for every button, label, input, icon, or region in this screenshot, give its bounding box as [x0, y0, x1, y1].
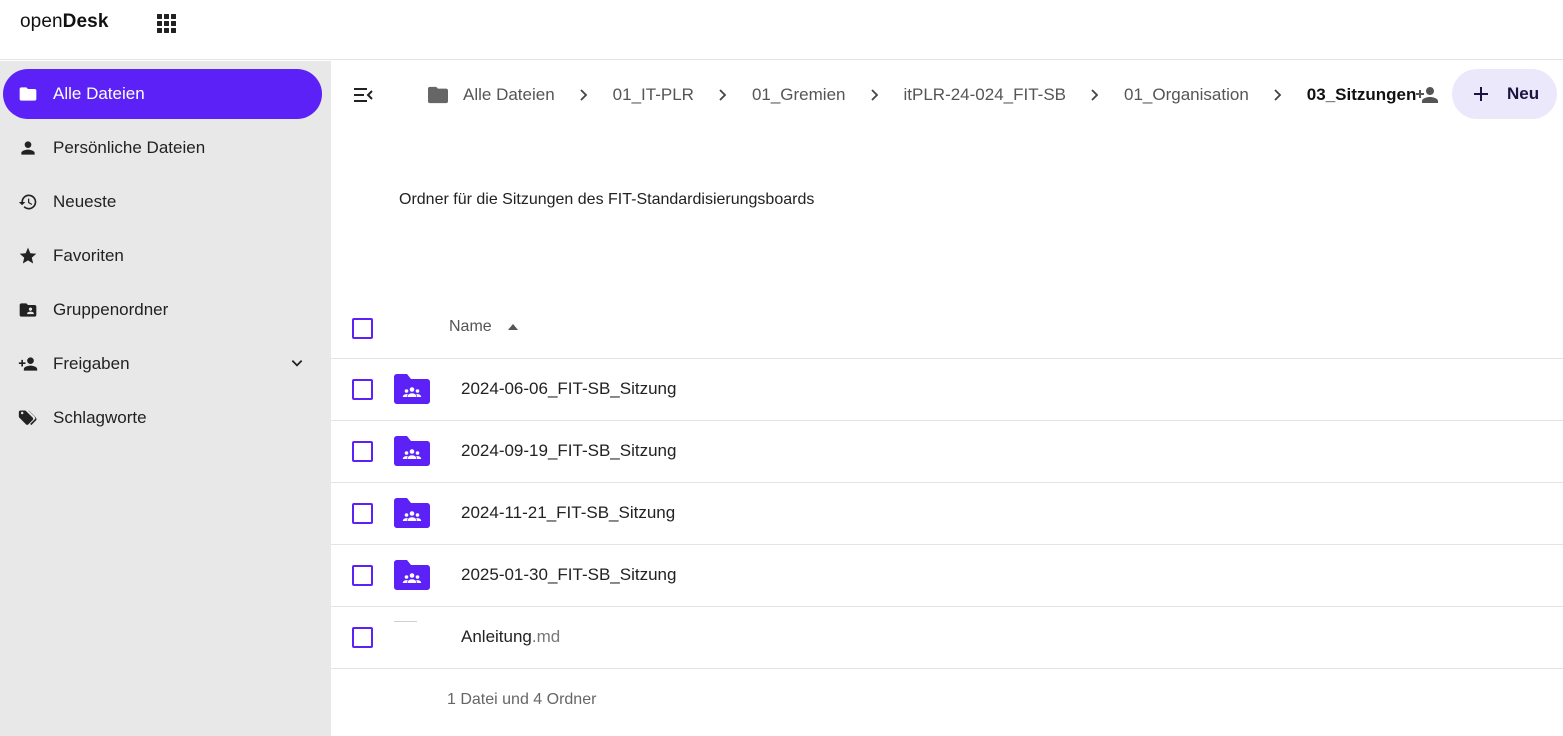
- tags-icon: [18, 410, 37, 426]
- sidebar-item-label: Gruppenordner: [53, 300, 169, 319]
- chevron-right-icon: [870, 89, 878, 101]
- sidebar-item-neueste[interactable]: Neueste: [3, 177, 322, 227]
- breadcrumb-label: 03_Sitzungen: [1306, 85, 1417, 104]
- top-header: openDesk: [0, 0, 1563, 60]
- row-checkbox[interactable]: [352, 627, 373, 648]
- folder-description: Ordner für die Sitzungen des FIT-Standar…: [399, 191, 815, 208]
- group-folder-icon: [394, 560, 430, 590]
- opendesk-logo[interactable]: openDesk: [20, 11, 109, 33]
- sidebar-item-persoenliche-dateien[interactable]: Persönliche Dateien: [3, 123, 322, 173]
- breadcrumb-label: 01_Gremien: [751, 85, 846, 104]
- sidebar-item-freigaben[interactable]: Freigaben: [3, 339, 322, 389]
- chevron-down-icon[interactable]: [290, 356, 304, 370]
- logo-bold-text: Desk: [62, 11, 109, 32]
- sidebar-item-favoriten[interactable]: Favoriten: [3, 231, 322, 281]
- chevron-right-icon: [1091, 89, 1099, 101]
- breadcrumb-label: Alle Dateien: [463, 85, 555, 104]
- name-column-label: Name: [449, 318, 492, 335]
- group-folder-icon: [394, 498, 430, 528]
- main-content: Alle Dateien 01_IT-PLR 01_Gremien itPLR-…: [331, 61, 1563, 736]
- file-name[interactable]: 2025-01-30_FIT-SB_Sitzung: [461, 565, 676, 585]
- table-row[interactable]: 2024-09-19_FIT-SB_Sitzung: [331, 421, 1563, 483]
- name-column-header[interactable]: Name: [449, 318, 518, 336]
- logo-light-text: open: [20, 11, 63, 32]
- breadcrumb-item-alle-dateien[interactable]: Alle Dateien: [427, 85, 555, 105]
- file-icon: [394, 621, 417, 622]
- row-checkbox[interactable]: [352, 379, 373, 400]
- table-row[interactable]: Anleitung.md: [331, 607, 1563, 669]
- sidebar-item-label: Favoriten: [53, 246, 124, 265]
- breadcrumb-item-03-sitzungen[interactable]: 03_Sitzungen: [1307, 85, 1417, 105]
- table-row[interactable]: 2025-01-30_FIT-SB_Sitzung: [331, 545, 1563, 607]
- group-folder-icon: [394, 374, 430, 404]
- history-icon: [18, 194, 37, 210]
- breadcrumb-label: 01_Organisation: [1124, 85, 1249, 104]
- toggle-sidebar-icon[interactable]: [351, 83, 375, 107]
- file-list-header: Name: [331, 297, 1563, 359]
- file-list: Name 2024-06-06_FIT-SB_Sitzung 2024-09-1…: [331, 297, 1563, 669]
- file-name[interactable]: 2024-06-06_FIT-SB_Sitzung: [461, 379, 676, 399]
- sidebar-item-label: Persönliche Dateien: [53, 138, 206, 157]
- breadcrumb-item-01-it-plr[interactable]: 01_IT-PLR: [613, 85, 694, 105]
- breadcrumb-item-itplr-24-024-fit-sb[interactable]: itPLR-24-024_FIT-SB: [904, 85, 1067, 105]
- star-icon: [19, 247, 37, 264]
- sidebar: Alle Dateien Persönliche Dateien Neueste…: [0, 61, 331, 736]
- chevron-right-icon: [1274, 89, 1282, 101]
- sidebar-item-schlagworte[interactable]: Schlagworte: [3, 393, 322, 443]
- file-name[interactable]: 2024-11-21_FIT-SB_Sitzung: [461, 503, 675, 523]
- breadcrumb-label: 01_IT-PLR: [612, 85, 694, 104]
- folder-icon: [19, 87, 37, 101]
- folder-icon: [428, 86, 448, 104]
- group-folder-icon: [394, 436, 430, 466]
- person-icon: [21, 141, 35, 155]
- breadcrumb-item-01-organisation[interactable]: 01_Organisation: [1124, 85, 1249, 105]
- sidebar-item-label: Neueste: [53, 192, 117, 211]
- table-row[interactable]: 2024-11-21_FIT-SB_Sitzung: [331, 483, 1563, 545]
- file-name[interactable]: Anleitung.md: [461, 627, 560, 647]
- group-folder-icon: [19, 303, 37, 317]
- new-button-label: Neu: [1507, 84, 1540, 103]
- row-checkbox[interactable]: [352, 503, 373, 524]
- select-all-checkbox[interactable]: [352, 318, 373, 339]
- sidebar-item-label: Alle Dateien: [53, 84, 145, 103]
- sidebar-item-label: Schlagworte: [53, 408, 147, 427]
- breadcrumb-label: itPLR-24-024_FIT-SB: [903, 85, 1067, 104]
- sidebar-item-gruppenordner[interactable]: Gruppenordner: [3, 285, 322, 335]
- share-icon[interactable]: [1414, 83, 1440, 107]
- new-button[interactable]: Neu: [1452, 69, 1557, 119]
- apps-grid-icon[interactable]: [157, 14, 176, 33]
- sort-ascending-icon: [507, 324, 518, 330]
- table-row[interactable]: 2024-06-06_FIT-SB_Sitzung: [331, 359, 1563, 421]
- row-checkbox[interactable]: [352, 441, 373, 462]
- sidebar-item-label: Freigaben: [53, 354, 130, 373]
- breadcrumb-item-01-gremien[interactable]: 01_Gremien: [752, 85, 846, 105]
- breadcrumb: Alle Dateien 01_IT-PLR 01_Gremien itPLR-…: [427, 83, 1416, 107]
- share-person-icon: [18, 357, 38, 371]
- plus-icon: [1474, 87, 1488, 101]
- sidebar-item-alle-dateien[interactable]: Alle Dateien: [3, 69, 322, 119]
- chevron-right-icon: [580, 89, 587, 101]
- file-count-summary: 1 Datei und 4 Ordner: [447, 691, 597, 708]
- file-name[interactable]: 2024-09-19_FIT-SB_Sitzung: [461, 441, 676, 461]
- chevron-right-icon: [719, 89, 727, 101]
- row-checkbox[interactable]: [352, 565, 373, 586]
